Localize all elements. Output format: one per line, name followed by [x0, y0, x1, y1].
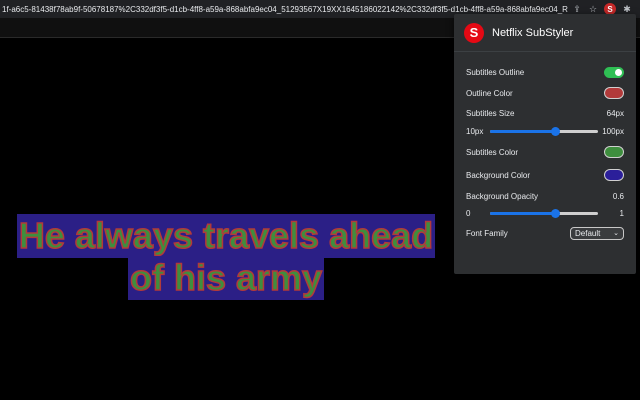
subtitle-line-2: of his army [127, 256, 325, 300]
opacity-slider[interactable] [490, 208, 598, 218]
outline-color-label: Outline Color [466, 88, 513, 98]
size-slider-row: 10px 100px [466, 124, 624, 138]
share-icon[interactable]: ⇪ [572, 4, 582, 15]
size-value: 64px [606, 108, 624, 118]
outline-label: Subtitles Outline [466, 67, 525, 77]
size-max-label: 100px [602, 126, 624, 136]
outline-toggle[interactable] [604, 66, 624, 78]
star-icon[interactable]: ☆ [588, 4, 598, 15]
subtitles-color-label: Subtitles Color [466, 147, 519, 157]
opacity-row: Background Opacity 0.6 [466, 189, 624, 203]
subtitle-overlay: He always travels ahead of his army [14, 214, 438, 300]
opacity-min-label: 0 [466, 208, 471, 218]
popup-header: S Netflix SubStyler [454, 14, 636, 52]
font-family-selected: Default [575, 228, 601, 238]
puzzle-icon[interactable]: ✱ [622, 4, 632, 15]
size-slider-fill [490, 129, 555, 133]
font-family-label: Font Family [466, 228, 508, 238]
substyler-logo: S [464, 22, 484, 43]
subtitle-line-1: He always travels ahead [16, 214, 436, 258]
font-family-select[interactable]: Default ⌄ [570, 226, 624, 240]
background-color-swatch[interactable] [604, 169, 624, 181]
size-min-label: 10px [466, 126, 484, 136]
subtitles-color-row: Subtitles Color [466, 145, 624, 159]
toggle-knob [615, 68, 622, 76]
opacity-label: Background Opacity [466, 191, 539, 201]
chevron-down-icon: ⌄ [613, 230, 619, 237]
opacity-value: 0.6 [612, 191, 624, 201]
size-row: Subtitles Size 64px [466, 106, 624, 120]
extension-popup: S Netflix SubStyler Subtitles Outline Ou… [454, 14, 636, 274]
background-color-row: Background Color [466, 168, 624, 182]
popup-title: Netflix SubStyler [492, 26, 574, 39]
outline-color-row: Outline Color [466, 86, 624, 100]
opacity-slider-thumb[interactable] [550, 208, 560, 218]
background-color-label: Background Color [466, 170, 531, 180]
address-bar[interactable]: 1f-a6c5-81438f78ab9f-50678187%2C332df3f5… [0, 5, 568, 14]
opacity-slider-fill [490, 211, 555, 215]
outline-row: Subtitles Outline [466, 65, 624, 79]
opacity-max-label: 1 [619, 208, 624, 218]
subtitles-color-swatch[interactable] [604, 146, 624, 158]
font-family-row: Font Family Default ⌄ [466, 226, 624, 240]
size-slider[interactable] [490, 126, 598, 136]
size-label: Subtitles Size [466, 108, 515, 118]
opacity-slider-row: 0 1 [466, 206, 624, 220]
outline-color-swatch[interactable] [604, 87, 624, 99]
size-slider-thumb[interactable] [550, 126, 560, 136]
